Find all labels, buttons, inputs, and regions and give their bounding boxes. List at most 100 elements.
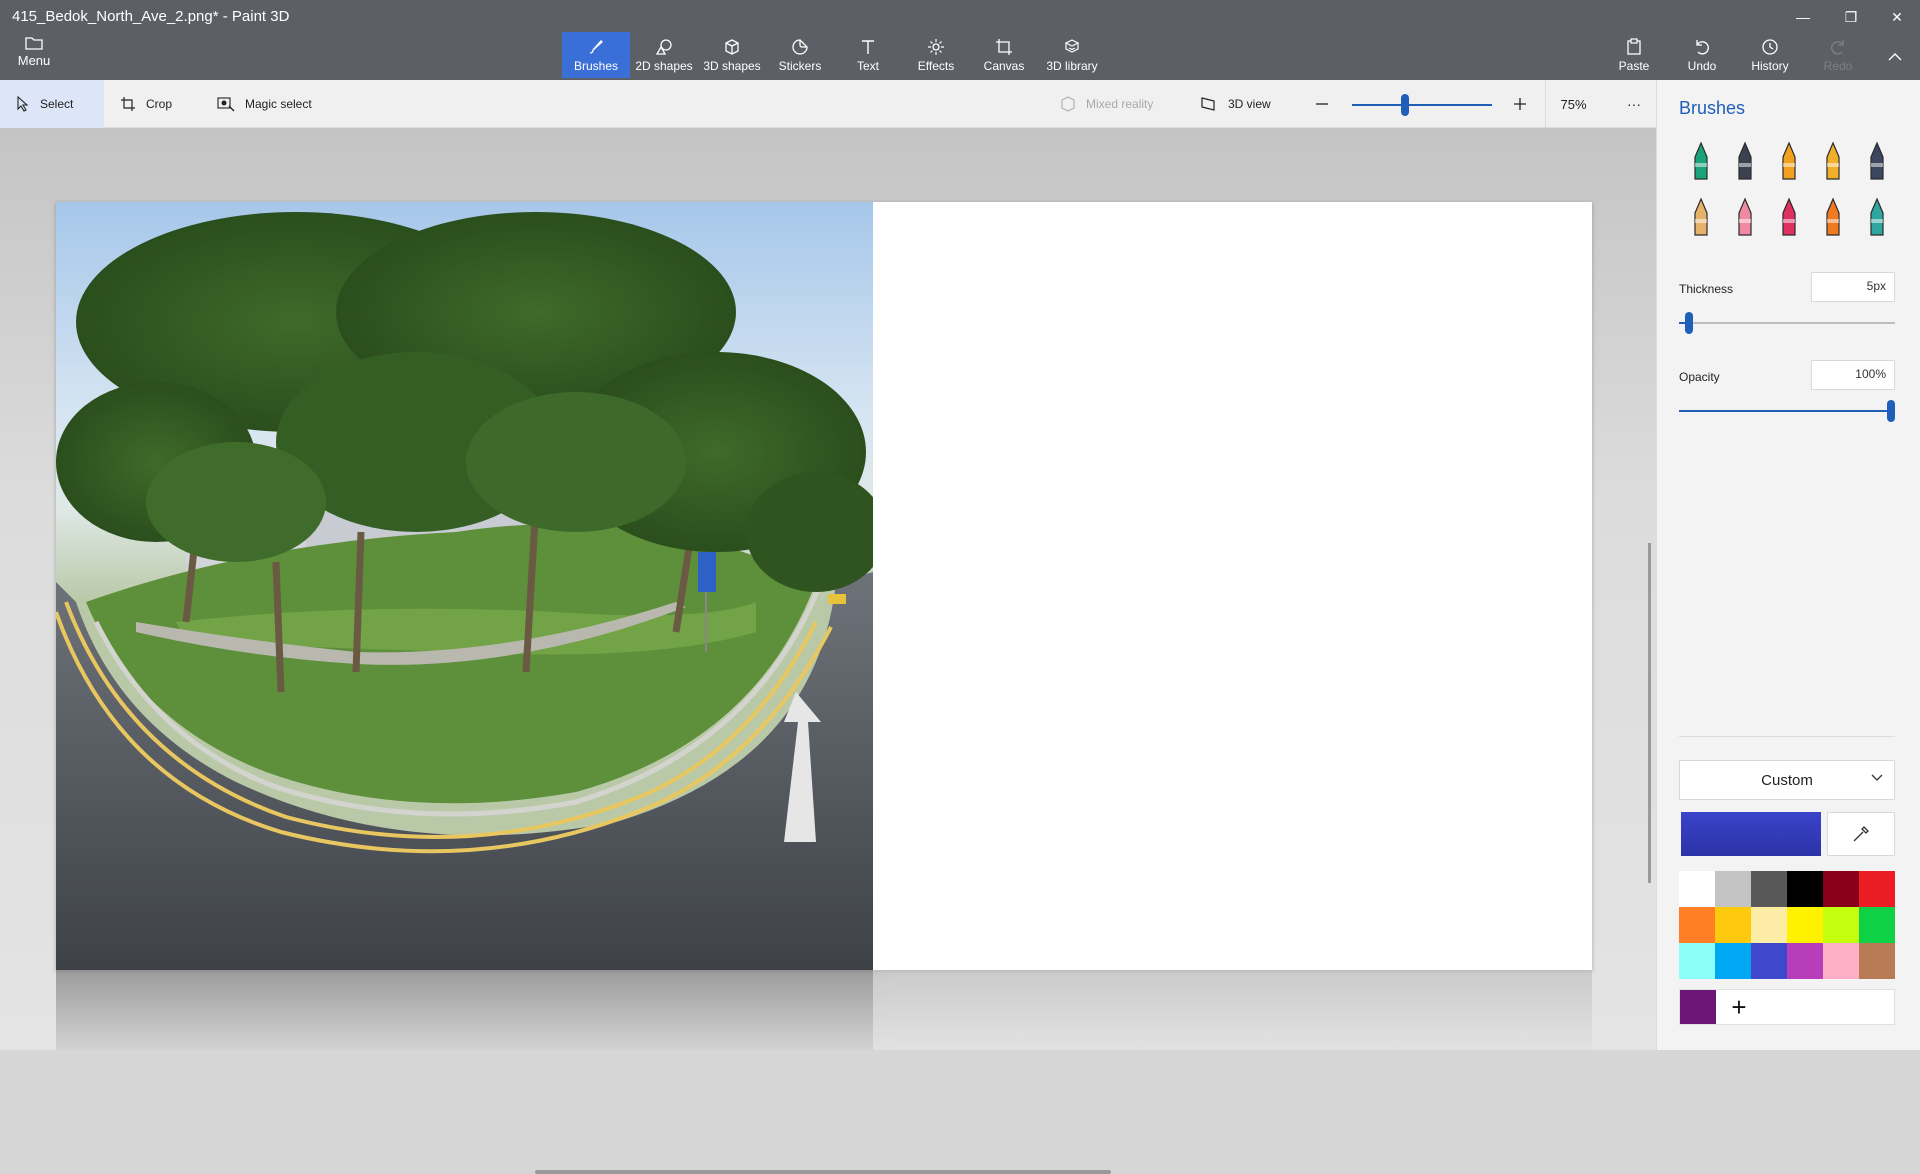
vertical-scrollbar[interactable]	[1648, 543, 1651, 883]
tab-2d-shapes[interactable]: 2D shapes	[630, 32, 698, 78]
tab-effects-label: Effects	[917, 59, 955, 73]
menu-button[interactable]: Menu	[10, 36, 58, 76]
palette-swatch[interactable]	[1823, 943, 1859, 979]
fill-brush-icon[interactable]	[1859, 194, 1895, 240]
3d-view-toggle[interactable]: 3D view	[1200, 80, 1271, 128]
palette-swatch[interactable]	[1715, 943, 1751, 979]
opacity-input[interactable]: 100%	[1811, 360, 1895, 390]
palette-swatch[interactable]	[1679, 907, 1715, 943]
workspace[interactable]	[0, 128, 1656, 1174]
eyedropper-icon	[1853, 826, 1869, 842]
opacity-label: Opacity	[1679, 370, 1720, 384]
chevron-up-icon	[1888, 53, 1902, 61]
palette-swatch[interactable]	[1823, 871, 1859, 907]
opacity-slider-thumb[interactable]	[1887, 400, 1895, 422]
chevron-down-icon	[1871, 774, 1883, 781]
zoom-slider-thumb[interactable]	[1401, 94, 1409, 116]
palette-swatch[interactable]	[1751, 943, 1787, 979]
palette-swatch[interactable]	[1787, 907, 1823, 943]
3d-library-icon	[1064, 39, 1080, 53]
thickness-slider-track[interactable]	[1679, 322, 1895, 324]
brush-icon	[589, 40, 603, 54]
crop-icon	[121, 97, 135, 111]
folder-icon	[25, 37, 43, 50]
tab-text[interactable]: Text	[834, 32, 902, 78]
palette-swatch[interactable]	[1859, 871, 1895, 907]
minimize-button[interactable]: —	[1780, 4, 1826, 30]
custom-color-swatch[interactable]	[1680, 990, 1716, 1024]
palette-swatch[interactable]	[1751, 907, 1787, 943]
opacity-slider-fill	[1679, 410, 1895, 412]
redo-icon	[1831, 40, 1844, 55]
eyedropper-button[interactable]	[1827, 812, 1895, 856]
crayon-brush-icon[interactable]	[1771, 194, 1807, 240]
crop-button[interactable]: Crop	[120, 80, 172, 128]
tab-canvas[interactable]: Canvas	[970, 32, 1038, 78]
3d-view-label: 3D view	[1228, 97, 1271, 111]
palette-swatch[interactable]	[1715, 871, 1751, 907]
horizontal-scrollbar[interactable]	[535, 1170, 1111, 1174]
zoom-out-button[interactable]	[1314, 80, 1330, 128]
watercolor-brush-icon[interactable]	[1815, 138, 1851, 184]
secondary-toolbar: Select Crop Magic select Mixed reality 3…	[0, 80, 1656, 128]
zoom-in-button[interactable]	[1512, 80, 1528, 128]
more-options-button[interactable]: ···	[1612, 80, 1656, 128]
palette-swatch[interactable]	[1715, 907, 1751, 943]
restore-button[interactable]: ❐	[1828, 4, 1874, 30]
redo-button[interactable]: Redo	[1804, 32, 1872, 78]
palette-swatch[interactable]	[1787, 871, 1823, 907]
tab-3d-shapes[interactable]: 3D shapes	[698, 32, 766, 78]
marker-brush-icon[interactable]	[1683, 138, 1719, 184]
palette-swatch[interactable]	[1679, 871, 1715, 907]
brushes-panel: Brushes Thickness 5px Opacity 100% Custo…	[1656, 80, 1920, 1050]
palette-swatch[interactable]	[1679, 943, 1715, 979]
tab-brushes-label: Brushes	[573, 59, 619, 73]
tab-3d-library[interactable]: 3D library	[1038, 32, 1106, 78]
tab-3d-shapes-label: 3D shapes	[703, 59, 761, 73]
eraser-brush-icon[interactable]	[1727, 194, 1763, 240]
history-button[interactable]: History	[1736, 32, 1804, 78]
paste-button[interactable]: Paste	[1600, 32, 1668, 78]
add-color-button[interactable]: +	[1724, 992, 1754, 1022]
drawing-canvas[interactable]	[56, 202, 1592, 970]
close-button[interactable]: ✕	[1874, 4, 1920, 30]
tab-effects[interactable]: Effects	[902, 32, 970, 78]
palette-swatch[interactable]	[1751, 871, 1787, 907]
magic-select-button[interactable]: Magic select	[217, 80, 312, 128]
minus-icon	[1316, 103, 1328, 105]
palette-swatch[interactable]	[1823, 907, 1859, 943]
tab-stickers[interactable]: Stickers	[766, 32, 834, 78]
palette-swatch[interactable]	[1859, 907, 1895, 943]
oil-brush-icon[interactable]	[1771, 138, 1807, 184]
crop-label: Crop	[146, 97, 173, 111]
cursor-icon	[17, 96, 29, 112]
undo-button[interactable]: Undo	[1668, 32, 1736, 78]
palette-swatch[interactable]	[1859, 943, 1895, 979]
history-icon	[1762, 39, 1778, 55]
paste-icon	[1627, 38, 1641, 55]
select-button[interactable]: Select	[0, 80, 104, 128]
tab-brushes[interactable]: Brushes	[562, 32, 630, 78]
street-scene-image	[56, 212, 873, 970]
tab-canvas-label: Canvas	[983, 59, 1025, 73]
pixel-pen-brush-icon[interactable]	[1859, 138, 1895, 184]
thickness-slider-thumb[interactable]	[1685, 312, 1693, 334]
thickness-input[interactable]: 5px	[1811, 272, 1895, 302]
effects-icon	[928, 39, 944, 55]
tab-2d-shapes-label: 2D shapes	[635, 59, 693, 73]
canvas-reflection	[56, 970, 1592, 1050]
zoom-slider[interactable]	[1352, 80, 1492, 128]
3d-view-icon	[1201, 97, 1215, 111]
pencil-brush-icon[interactable]	[1683, 194, 1719, 240]
collapse-ribbon-button[interactable]	[1872, 44, 1918, 70]
select-label: Select	[40, 97, 74, 111]
current-color-swatch[interactable]	[1681, 812, 1821, 856]
palette-swatch[interactable]	[1787, 943, 1823, 979]
spray-can-brush-icon[interactable]	[1815, 194, 1851, 240]
color-mode-dropdown[interactable]: Custom	[1679, 760, 1895, 800]
zoom-slider-track	[1352, 104, 1492, 106]
zoom-level[interactable]: 75%	[1545, 80, 1601, 128]
mixed-reality-button[interactable]: Mixed reality	[1060, 80, 1153, 128]
calligraphy-pen-brush-icon[interactable]	[1727, 138, 1763, 184]
close-icon: ✕	[1891, 8, 1903, 25]
